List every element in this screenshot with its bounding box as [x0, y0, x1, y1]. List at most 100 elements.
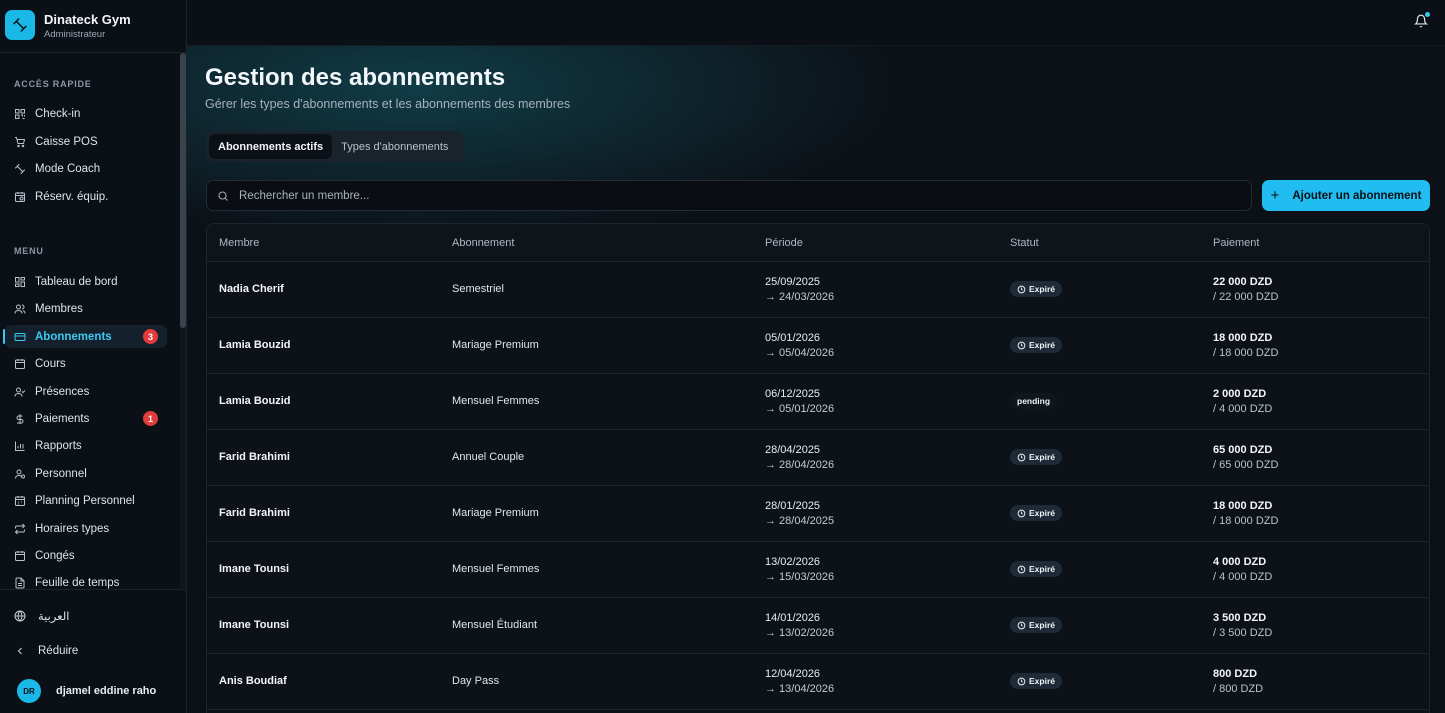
sidebar-item-label: Planning Personnel: [35, 494, 135, 507]
users-icon: [14, 303, 26, 315]
status-label: Expiré: [1029, 676, 1055, 686]
clock-icon: [1017, 285, 1026, 294]
sidebar-footer: العربية Réduire DR djamel eddine raho: [0, 589, 186, 713]
sidebar-item-caisse-pos[interactable]: Caisse POS: [5, 130, 167, 153]
payment: 18 000 DZD / 18 000 DZD: [1213, 331, 1278, 361]
payment: 800 DZD / 800 DZD: [1213, 667, 1263, 697]
sidebar-item-label: Paiements: [35, 412, 90, 425]
scroll-thumb[interactable]: [180, 53, 186, 328]
dashboard-icon: [14, 276, 26, 288]
period-end: → 28/04/2025: [765, 515, 835, 527]
paid-amount: 2 000 DZD: [1213, 388, 1267, 400]
globe-icon: [14, 610, 26, 622]
sidebar-item-membres[interactable]: Membres: [5, 297, 167, 320]
sidebar-item-presences[interactable]: Présences: [5, 380, 167, 403]
status-label: pending: [1017, 396, 1051, 406]
calendar-clock-icon: [14, 191, 26, 203]
sidebar-item-horaires-types[interactable]: Horaires types: [5, 517, 167, 540]
search-bar: [206, 180, 1252, 211]
total-amount: / 18 000 DZD: [1213, 515, 1279, 527]
user-cog-icon: [14, 468, 26, 480]
sidebar-item-planning-personnel[interactable]: Planning Personnel: [5, 489, 167, 512]
top-bar: [187, 0, 1445, 46]
chevron-left-icon: [14, 645, 26, 657]
collapse-button[interactable]: Réduire: [14, 645, 78, 657]
table-row[interactable]: Anis Boudiaf Day Pass 12/04/2026 → 13/04/…: [207, 654, 1429, 710]
sidebar-item-tableau-de-bord[interactable]: Tableau de bord: [5, 270, 167, 293]
sidebar-item-cours[interactable]: Cours: [5, 352, 167, 375]
total-amount: / 65 000 DZD: [1213, 459, 1279, 471]
period: 12/04/2026 → 13/04/2026: [765, 667, 834, 697]
column-header[interactable]: Période: [765, 237, 803, 249]
table-row[interactable]: Lamia Bouzid Mensuel Femmes 06/12/2025 → …: [207, 374, 1429, 430]
brand[interactable]: Dinateck Gym Administrateur: [0, 0, 186, 53]
period: 25/09/2025 → 24/03/2026: [765, 275, 834, 305]
period-end: → 15/03/2026: [765, 571, 835, 583]
paid-amount: 22 000 DZD: [1213, 276, 1273, 288]
paid-amount: 4 000 DZD: [1213, 556, 1267, 568]
tab-abonnements-actifs[interactable]: Abonnements actifs: [209, 134, 333, 159]
sidebar-item-mode-coach[interactable]: Mode Coach: [5, 157, 167, 180]
column-header[interactable]: Statut: [1010, 237, 1039, 249]
plus-icon: +: [1270, 187, 1280, 204]
bar-chart-icon: [14, 440, 26, 452]
period: 14/01/2026 → 13/02/2026: [765, 611, 834, 641]
calendar-icon: [14, 358, 26, 370]
add-subscription-button[interactable]: + Ajouter un abonnement: [1262, 180, 1430, 211]
avatar[interactable]: DR: [17, 679, 41, 703]
table-row[interactable]: Imane Tounsi Mensuel Femmes 13/02/2026 → …: [207, 542, 1429, 598]
status-label: Expiré: [1029, 508, 1055, 518]
column-header[interactable]: Membre: [219, 237, 259, 249]
plan-name: Semestriel: [452, 283, 504, 295]
user-name[interactable]: djamel eddine raho: [56, 685, 156, 697]
sidebar-item-conges[interactable]: Congés: [5, 544, 167, 567]
status-badge: Expiré: [1010, 617, 1062, 633]
period-end: → 13/02/2026: [765, 627, 835, 639]
table-row[interactable]: Farid Brahimi Annuel Couple 28/04/2025 → …: [207, 430, 1429, 486]
search-input[interactable]: [239, 189, 1139, 202]
payment: 3 500 DZD / 3 500 DZD: [1213, 611, 1272, 641]
table-row[interactable]: Nadia Cherif Semestriel 25/09/2025 → 24/0…: [207, 262, 1429, 318]
clock-icon: [1017, 565, 1026, 574]
member-name: Lamia Bouzid: [219, 339, 291, 351]
total-amount: / 4 000 DZD: [1213, 571, 1273, 583]
language-label: العربية: [38, 611, 70, 623]
language-switch[interactable]: العربية: [14, 609, 69, 623]
sidebar-item-personnel[interactable]: Personnel: [5, 462, 167, 485]
period: 05/01/2026 → 05/04/2026: [765, 331, 834, 361]
period: 06/12/2025 → 05/01/2026: [765, 387, 834, 417]
menu-title: MENU: [14, 246, 44, 256]
period-start: 25/09/2025: [765, 276, 821, 288]
sidebar-item-abonnements[interactable]: Abonnements 3: [3, 325, 167, 348]
sidebar-item-reserv-equip[interactable]: Réserv. équip.: [5, 185, 167, 208]
status-badge: pending: [1010, 393, 1058, 409]
paid-amount: 800 DZD: [1213, 668, 1258, 680]
column-header[interactable]: Abonnement: [452, 237, 514, 249]
sidebar-item-label: Réserv. équip.: [35, 190, 109, 203]
plan-name: Day Pass: [452, 675, 500, 687]
table-row[interactable]: Farid Brahimi Mariage Premium 28/01/2025…: [207, 486, 1429, 542]
member-name: Lamia Bouzid: [219, 395, 291, 407]
member-name: Anis Boudiaf: [219, 675, 287, 687]
dumbbell-icon: [14, 163, 26, 175]
sidebar-item-label: Rapports: [35, 439, 82, 452]
sidebar-item-rapports[interactable]: Rapports: [5, 434, 167, 457]
clock-icon: [1017, 341, 1026, 350]
period: 13/02/2026 → 15/03/2026: [765, 555, 834, 585]
clock-icon: [1017, 509, 1026, 518]
payment: 2 000 DZD / 4 000 DZD: [1213, 387, 1272, 417]
sidebar-item-label: Caisse POS: [35, 135, 98, 148]
status-badge: Expiré: [1010, 673, 1062, 689]
sidebar-scrollbar[interactable]: [180, 53, 186, 589]
table-row[interactable]: Lamia Bouzid Mariage Premium 05/01/2026 →…: [207, 318, 1429, 374]
notification-badge: 3: [143, 329, 158, 344]
status-badge: Expiré: [1010, 561, 1062, 577]
column-header[interactable]: Paiement: [1213, 237, 1259, 249]
sidebar-item-check-in[interactable]: Check-in: [5, 102, 167, 125]
sidebar-item-paiements[interactable]: Paiements 1: [5, 407, 167, 430]
tab-types-abonnements[interactable]: Types d'abonnements: [332, 134, 457, 159]
table-row[interactable]: Imane Tounsi Mensuel Étudiant 14/01/2026…: [207, 598, 1429, 654]
table-header: Membre Abonnement Période Statut Paiemen…: [207, 224, 1429, 262]
quick-access-title: ACCÈS RAPIDE: [14, 79, 92, 89]
status-badge: Expiré: [1010, 337, 1062, 353]
